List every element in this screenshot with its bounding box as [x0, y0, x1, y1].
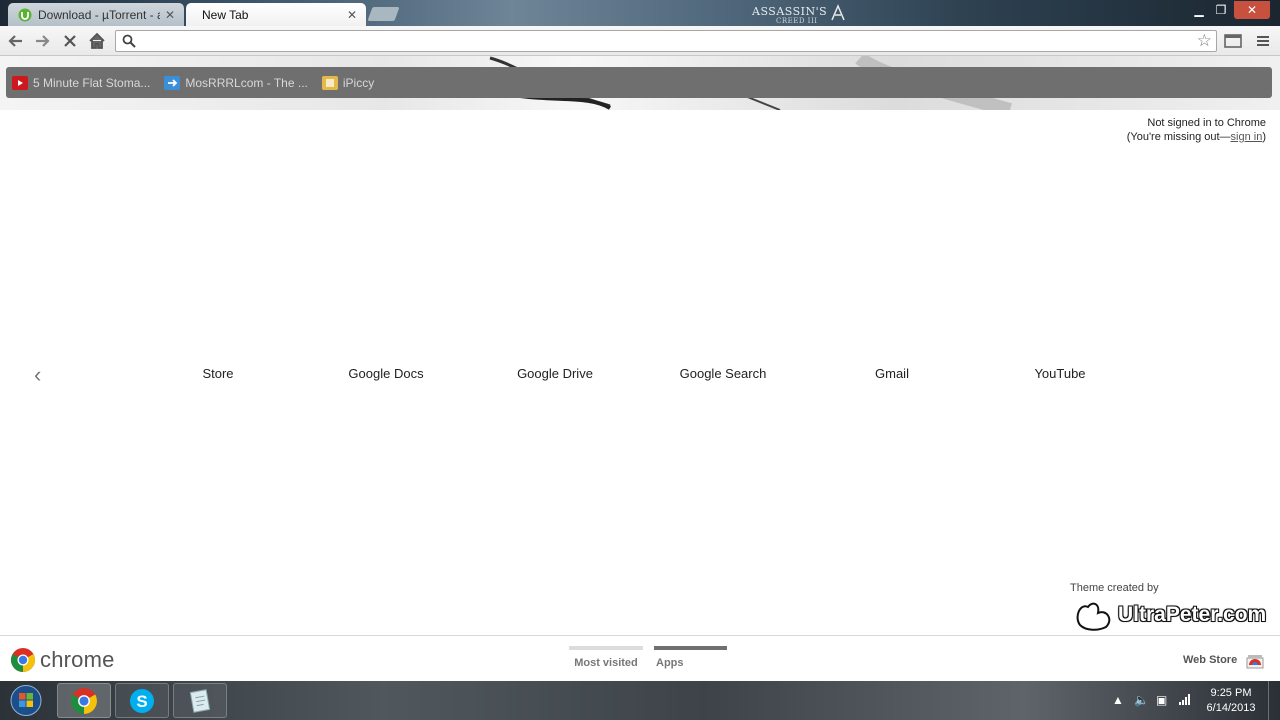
back-arrow-icon[interactable]	[5, 30, 27, 52]
bookmark-label: iPiccy	[342, 75, 375, 90]
theme-logo: ASSASSIN'S CREED III	[750, 2, 850, 25]
app-google-drive[interactable]: Google Drive	[485, 366, 625, 381]
close-icon[interactable]: ✕	[1234, 1, 1270, 19]
tab-utorrent[interactable]: Download - µTorrent - a ( ✕	[8, 3, 184, 26]
start-button[interactable]	[7, 683, 45, 718]
taskbar-clock[interactable]: 9:25 PM 6/14/2013	[1198, 686, 1264, 716]
app-youtube[interactable]: YouTube	[990, 366, 1130, 381]
skype-icon: S	[130, 688, 154, 713]
bookmark-item[interactable]: 5 Minute Flat Stoma...	[12, 75, 151, 90]
forward-arrow-icon[interactable]	[31, 30, 53, 52]
utorrent-icon	[18, 8, 32, 22]
theme-author: UltraPeter.com	[1118, 603, 1267, 626]
app-store[interactable]: Store	[148, 366, 288, 381]
browser-toolbar: ☆	[0, 26, 1280, 56]
close-icon[interactable]: ✕	[346, 8, 358, 22]
network-icon[interactable]	[1178, 693, 1192, 708]
chrome-wordmark: chrome	[40, 647, 115, 672]
theme-author-logo[interactable]: UltraPeter.com	[1074, 598, 1266, 632]
web-store-icon[interactable]	[1246, 651, 1264, 669]
chrome-icon	[10, 648, 36, 672]
taskbar-chrome[interactable]	[57, 683, 111, 718]
tab-label: Most visited	[574, 657, 638, 669]
notepad-icon	[189, 688, 211, 713]
menu-icon[interactable]	[1252, 30, 1274, 52]
app-google-docs[interactable]: Google Docs	[316, 366, 456, 381]
page-action-icon[interactable]	[1221, 30, 1245, 52]
signin-notice: Not signed in to Chrome (You're missing …	[1127, 116, 1266, 144]
clock-date: 6/14/2013	[1206, 702, 1256, 714]
svg-text:CREED III: CREED III	[776, 17, 817, 24]
signin-status: Not signed in to Chrome	[1147, 117, 1266, 129]
arrow-square-icon	[164, 75, 181, 90]
previous-page-chevron-icon[interactable]: ‹	[34, 362, 41, 388]
taskbar-notepad[interactable]	[173, 683, 227, 718]
power-icon[interactable]: ▣	[1156, 693, 1167, 707]
chrome-icon	[71, 687, 97, 714]
restore-icon[interactable]: ❐	[1210, 1, 1232, 19]
home-icon[interactable]	[86, 30, 108, 52]
clock-time: 9:25 PM	[1210, 687, 1252, 699]
chrome-logo: chrome	[10, 647, 115, 673]
tab-title: Download - µTorrent - a (	[38, 7, 160, 22]
tab-apps[interactable]: Apps	[654, 646, 727, 676]
volume-icon[interactable]: 🔈	[1134, 693, 1149, 707]
bookmark-item[interactable]: iPiccy	[321, 75, 375, 90]
app-google-search[interactable]: Google Search	[653, 366, 793, 381]
tab-label: Apps	[656, 657, 684, 669]
stop-icon[interactable]	[59, 30, 81, 52]
close-icon[interactable]: ✕	[164, 8, 176, 22]
signin-suffix: )	[1262, 131, 1266, 143]
show-desktop-button[interactable]	[1268, 681, 1280, 720]
theme-credit-label: Theme created by	[1070, 582, 1159, 594]
omnibox-input[interactable]	[141, 32, 1191, 50]
show-hidden-icons-icon[interactable]: ▲	[1112, 693, 1124, 707]
tab-title: New Tab	[202, 7, 249, 22]
windows-taskbar: S ▲ 🔈 ▣ 9:25 PM 6/14/2013	[0, 681, 1280, 720]
ultrapeter-logo-icon	[1076, 602, 1111, 631]
star-icon[interactable]: ☆	[1197, 31, 1212, 51]
omnibox[interactable]: ☆	[115, 30, 1217, 52]
search-icon	[121, 33, 137, 49]
bookmark-item[interactable]: MosRRRLcom - The ...	[164, 75, 308, 90]
new-tab-button[interactable]	[367, 7, 400, 21]
tab-most-visited[interactable]: Most visited	[569, 646, 643, 676]
signin-prefix: (You're missing out—	[1126, 131, 1231, 143]
bookmark-label: 5 Minute Flat Stoma...	[33, 75, 151, 90]
ntp-footer: chrome Most visited Apps Web Store	[0, 635, 1280, 681]
window-titlebar: Download - µTorrent - a ( ✕ New Tab ✕ AS…	[0, 0, 1280, 26]
youtube-icon	[12, 75, 28, 90]
tab-new-tab[interactable]: New Tab ✕	[186, 3, 366, 26]
signin-link[interactable]: sign in	[1231, 131, 1263, 143]
web-store-link[interactable]: Web Store	[1183, 654, 1237, 666]
app-gmail[interactable]: Gmail	[822, 366, 962, 381]
svg-text:S: S	[136, 692, 147, 711]
taskbar-skype[interactable]: S	[115, 683, 169, 718]
tab-indicator	[569, 646, 643, 650]
minimize-icon[interactable]: ▁	[1188, 1, 1210, 19]
tab-indicator	[654, 646, 727, 650]
bookmarks-bar: 5 Minute Flat Stoma... MosRRRLcom - The …	[6, 67, 1272, 98]
ipiccy-icon	[321, 75, 338, 90]
bookmark-label: MosRRRLcom - The ...	[185, 75, 308, 90]
